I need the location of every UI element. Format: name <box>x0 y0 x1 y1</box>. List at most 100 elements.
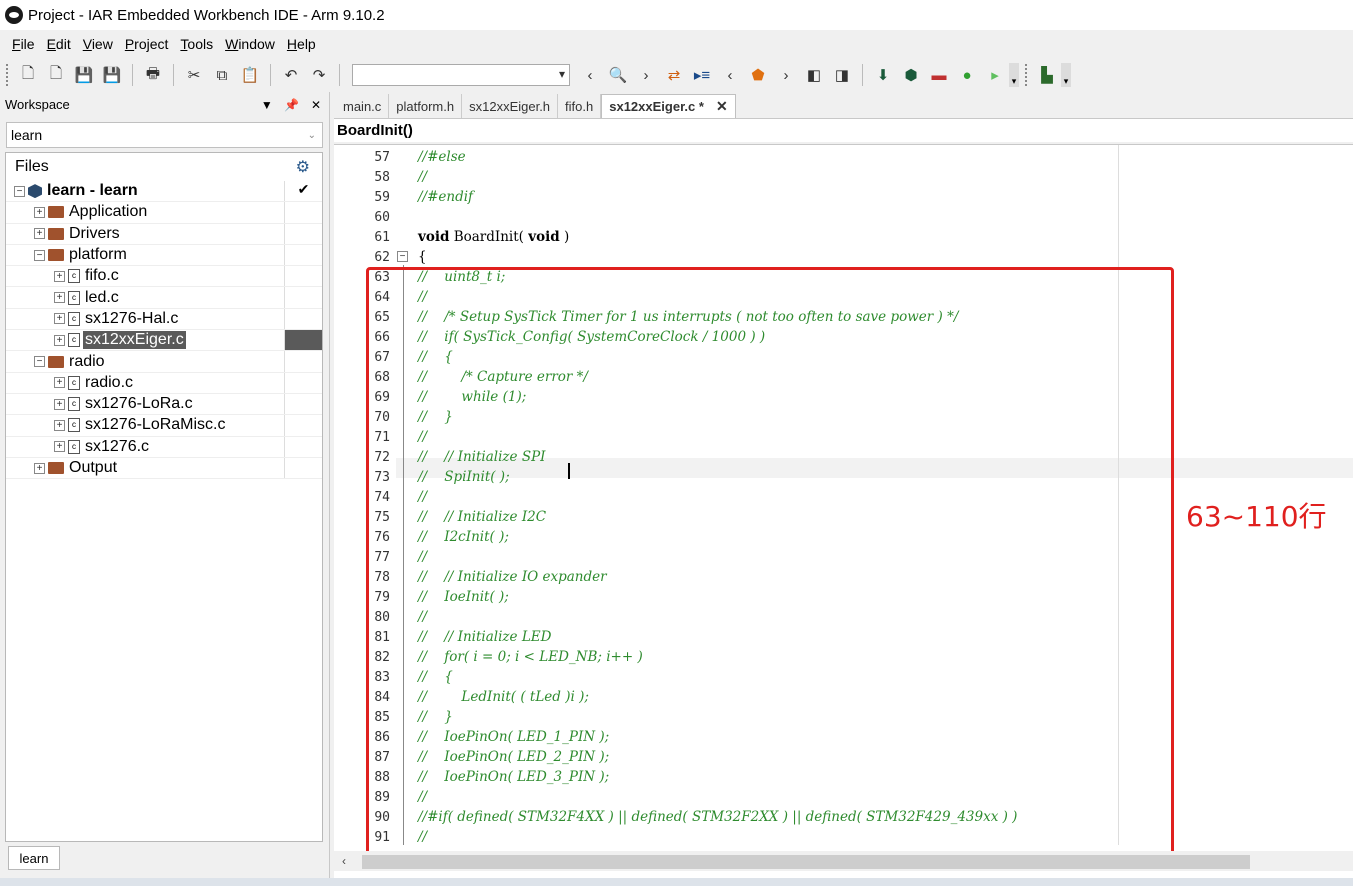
code-line[interactable]: 70 // } <box>334 407 1334 427</box>
redo-icon[interactable]: ↷ <box>307 63 331 87</box>
code-line[interactable]: 77 // <box>334 547 1334 567</box>
find-combo[interactable] <box>352 64 570 86</box>
expand-icon[interactable]: + <box>54 313 65 325</box>
workspace-tab[interactable]: learn <box>8 846 60 870</box>
code-line[interactable]: 65 // /* Setup SysTick Timer for 1 us int… <box>334 307 1334 327</box>
folder-item[interactable]: + Output <box>6 457 322 480</box>
menu-edit[interactable]: Edit <box>41 36 77 52</box>
file-item[interactable]: + c radio.c <box>6 372 322 394</box>
code-line[interactable]: 82 // for( i = 0; i < LED_NB; i++ ) <box>334 647 1334 667</box>
file-item[interactable]: + c led.c <box>6 287 322 309</box>
menu-project[interactable]: Project <box>119 36 175 52</box>
code-line[interactable]: 62 { <box>334 247 1334 267</box>
navigate-forward-icon[interactable]: › <box>774 63 798 87</box>
code-line[interactable]: 67 // { <box>334 347 1334 367</box>
file-item[interactable]: + c sx1276-Hal.c <box>6 308 322 331</box>
editor-tab[interactable]: fifo.h <box>558 94 602 118</box>
undo-icon[interactable]: ↶ <box>279 63 303 87</box>
expand-icon[interactable]: + <box>34 462 45 474</box>
editor-tab[interactable]: sx12xxEiger.c * ✕ <box>601 94 736 118</box>
file-item[interactable]: + c sx12xxEiger.c <box>6 330 322 352</box>
code-line[interactable]: 86 // IoePinOn( LED_1_PIN ); <box>334 727 1334 747</box>
file-item[interactable]: + c fifo.c <box>6 266 322 288</box>
menu-tools[interactable]: Tools <box>174 36 219 52</box>
toolbar-overflow-dropdown[interactable]: ▾ <box>1009 63 1019 87</box>
bookmark-icon[interactable]: ⬟ <box>746 63 770 87</box>
code-line[interactable]: 73 // SpiInit( ); <box>334 467 1334 487</box>
editor-tab[interactable]: platform.h <box>389 94 463 118</box>
code-line[interactable]: 90 //#if( defined( STM32F4XX ) || defined… <box>334 807 1334 827</box>
code-line[interactable]: 79 // IoeInit( ); <box>334 587 1334 607</box>
code-line[interactable]: 59 //#endif <box>334 187 1334 207</box>
code-line[interactable]: 61 void BoardInit( void ) <box>334 227 1334 247</box>
project-item[interactable]: − learn - learn ✔ <box>6 181 322 203</box>
file-item[interactable]: + c sx1276.c <box>6 436 322 458</box>
cut-icon[interactable]: ✂ <box>182 63 206 87</box>
paste-icon[interactable]: 📋 <box>238 63 262 87</box>
code-line[interactable]: 85 // } <box>334 707 1334 727</box>
configuration-select[interactable]: learn ⌄ <box>6 122 323 148</box>
toolbar-overflow-dropdown[interactable]: ▾ <box>1061 63 1071 87</box>
code-line[interactable]: 74 // <box>334 487 1334 507</box>
code-line[interactable]: 58 // <box>334 167 1334 187</box>
code-line[interactable]: 57 //#else <box>334 147 1334 167</box>
save-all-icon[interactable]: 💾 <box>100 63 124 87</box>
print-icon[interactable]: 🖶 <box>141 63 165 87</box>
file-item[interactable]: + c sx1276-LoRa.c <box>6 393 322 416</box>
scroll-left-icon[interactable]: ‹ <box>334 854 354 868</box>
pin-icon[interactable]: 📌 <box>284 98 299 112</box>
code-line[interactable]: 91 // <box>334 827 1334 847</box>
expand-icon[interactable]: + <box>54 334 65 346</box>
new-file-icon[interactable]: 🗋 <box>16 63 40 87</box>
code-line[interactable]: 88 // IoePinOn( LED_3_PIN ); <box>334 767 1334 787</box>
code-line[interactable]: 63 // uint8_t i; <box>334 267 1334 287</box>
editor-tab[interactable]: main.c <box>336 94 390 118</box>
editor-tab[interactable]: sx12xxEiger.h <box>462 94 559 118</box>
code-line[interactable]: 69 // while (1); <box>334 387 1334 407</box>
close-tab-icon[interactable]: ✕ <box>716 98 728 115</box>
folder-item[interactable]: + Drivers <box>6 223 322 245</box>
code-line[interactable]: 76 // I2cInit( ); <box>334 527 1334 547</box>
expand-icon[interactable]: + <box>54 398 65 410</box>
code-line[interactable]: 84 // LedInit( ( tLed )i ); <box>334 687 1334 707</box>
folder-item[interactable]: + Application <box>6 202 322 224</box>
close-panel-icon[interactable]: ✕ <box>311 98 321 112</box>
toolbar-grip[interactable] <box>6 64 10 86</box>
previous-bookmark-icon[interactable]: ◧ <box>802 63 826 87</box>
replace-icon[interactable]: ⇄ <box>662 63 686 87</box>
find-icon[interactable]: 🔍 <box>606 63 630 87</box>
folder-item[interactable]: − platform <box>6 244 322 267</box>
code-line[interactable]: 83 // { <box>334 667 1334 687</box>
expand-icon[interactable]: + <box>54 292 65 304</box>
code-line[interactable]: 66 // if( SysTick_Config( SystemCoreClock… <box>334 327 1334 347</box>
horizontal-scrollbar[interactable]: ‹ <box>334 851 1353 871</box>
expand-icon[interactable]: + <box>34 228 45 240</box>
code-line[interactable]: 72 // // Initialize SPI <box>334 447 1334 467</box>
debug-icon[interactable]: ● <box>955 63 979 87</box>
compile-icon[interactable]: ⬇ <box>871 63 895 87</box>
find-previous-icon[interactable]: ‹ <box>578 63 602 87</box>
download-debug-icon[interactable]: ▸ <box>983 63 1007 87</box>
code-line[interactable]: 75 // // Initialize I2C <box>334 507 1334 527</box>
menu-view[interactable]: View <box>77 36 119 52</box>
file-item[interactable]: + c sx1276-LoRaMisc.c <box>6 415 322 437</box>
panel-menu-icon[interactable]: ▼ <box>261 98 273 112</box>
expand-icon[interactable]: + <box>54 441 65 453</box>
menu-window[interactable]: Window <box>219 36 281 52</box>
code-line[interactable]: 64 // <box>334 287 1334 307</box>
code-line[interactable]: 68 // /* Capture error */ <box>334 367 1334 387</box>
collapse-icon[interactable]: − <box>14 185 25 197</box>
next-bookmark-icon[interactable]: ◨ <box>830 63 854 87</box>
stop-build-icon[interactable]: ▬ <box>927 63 951 87</box>
folder-item[interactable]: − radio <box>6 351 322 373</box>
expand-icon[interactable]: + <box>54 377 65 389</box>
expand-icon[interactable]: + <box>54 270 65 282</box>
expand-icon[interactable]: + <box>34 206 45 218</box>
toolbar-grip[interactable] <box>1025 64 1029 86</box>
make-icon[interactable]: ⬢ <box>899 63 923 87</box>
code-line[interactable]: 89 // <box>334 787 1334 807</box>
code-line[interactable]: 78 // // Initialize IO expander <box>334 567 1334 587</box>
code-editor[interactable]: − 57//#else 58//59//#endif 60 61 void BoardI… <box>334 144 1353 878</box>
code-line[interactable]: 81 // // Initialize LED <box>334 627 1334 647</box>
copy-icon[interactable]: ⧉ <box>210 63 234 87</box>
